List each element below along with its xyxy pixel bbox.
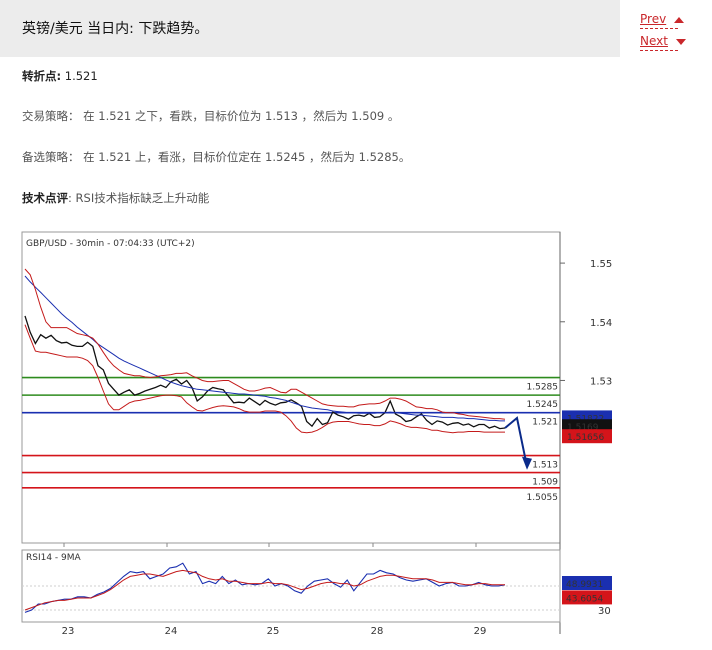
rsi-tick-label: 30 <box>598 606 611 617</box>
price-panel-frame <box>21 231 561 544</box>
strategy-text: 在 1.521 之下，看跌，目标价位为 1.513 ，然后为 1.509 。 <box>83 109 400 123</box>
strategy-line: 交易策略： 在 1.521 之下，看跌，目标价位为 1.513 ，然后为 1.5… <box>22 108 399 124</box>
level-label: 1.509 <box>532 478 558 488</box>
gbpusd-chart: GBP/USD - 30min - 07:04:33 (UTC+2) 1.55 1.… <box>21 231 612 637</box>
x-tick-label: 24 <box>165 626 178 637</box>
header-bar: 英镑/美元 当日内: 下跌趋势。 <box>0 0 620 57</box>
pivot-label: 转折点: <box>22 69 62 83</box>
price-tag-label: 1.51656 <box>567 433 604 443</box>
prev-underline <box>640 28 678 29</box>
triangle-down-icon <box>675 38 686 45</box>
level-label: 1.5245 <box>527 400 559 410</box>
rsi-tag-label: 48.9931 <box>566 580 603 590</box>
next-link[interactable]: Next <box>640 34 686 48</box>
alt-strategy-line: 备选策略： 在 1.521 上，看涨，目标价位定在 1.5245 ，然后为 1.… <box>22 149 410 165</box>
x-tick-label: 28 <box>371 626 384 637</box>
level-label: 1.5055 <box>527 493 559 503</box>
next-label: Next <box>640 34 668 48</box>
chart-title: GBP/USD - 30min - 07:04:33 (UTC+2) <box>26 239 195 249</box>
level-label: 1.513 <box>532 461 558 471</box>
level-label: 1.521 <box>532 418 558 428</box>
x-tick-label: 23 <box>62 626 75 637</box>
page-title: 英镑/美元 当日内: 下跌趋势。 <box>22 21 209 37</box>
rsi-tag-label: 43.6054 <box>566 594 603 604</box>
comment-text: : RSI技术指标缺乏上升动能 <box>68 191 210 205</box>
rsi-title: RSI14 - 9MA <box>26 553 82 563</box>
prev-label: Prev <box>640 12 667 26</box>
y-tick-label: 1.53 <box>590 376 612 387</box>
comment-label: 技术点评 <box>22 191 68 205</box>
next-underline <box>640 50 678 51</box>
alt-strategy-text: 在 1.521 上，看涨，目标价位定在 1.5245 ，然后为 1.5285。 <box>83 150 411 164</box>
comment-line: 技术点评: RSI技术指标缺乏上升动能 <box>22 190 209 206</box>
prev-link[interactable]: Prev <box>640 12 685 26</box>
x-tick-label: 25 <box>267 626 280 637</box>
alt-strategy-label: 备选策略： <box>22 150 80 164</box>
x-tick-label: 29 <box>474 626 487 637</box>
pivot-line: 转折点: 1.521 <box>22 68 98 84</box>
level-label: 1.5285 <box>527 383 559 393</box>
y-tick-label: 1.54 <box>590 318 612 329</box>
triangle-up-icon <box>674 16 685 23</box>
pivot-value: 1.521 <box>64 69 98 83</box>
strategy-label: 交易策略： <box>22 109 80 123</box>
y-tick-label: 1.55 <box>590 259 612 270</box>
rsi-panel: RSI14 - 9MA503048.993143.6054 <box>21 549 612 623</box>
